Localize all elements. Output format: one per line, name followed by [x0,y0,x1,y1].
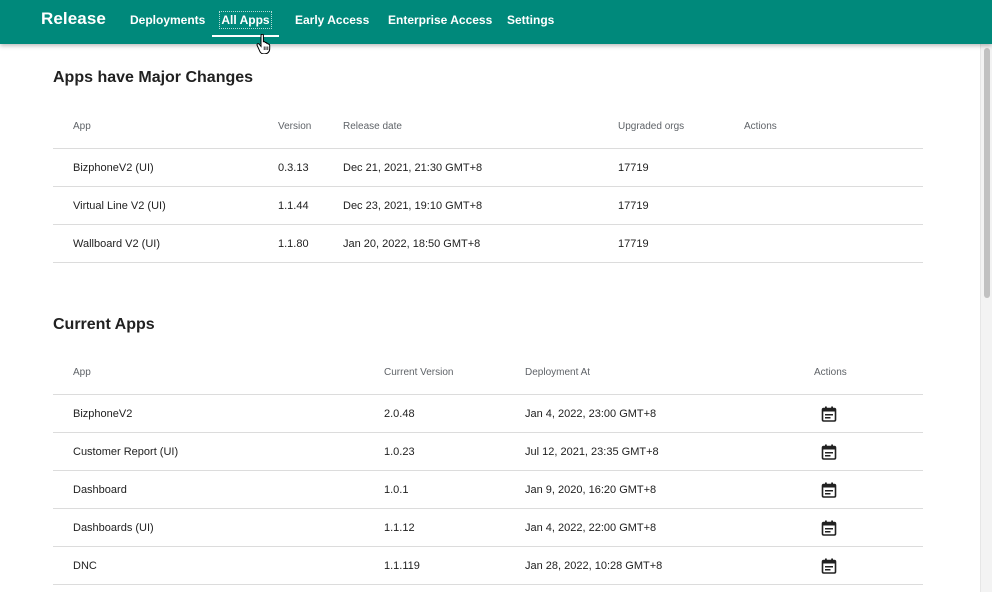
brand-title: Release [41,9,106,28]
col-upgraded-orgs: Upgraded orgs [618,121,685,132]
cell-release-date: Jan 20, 2022, 18:50 GMT+8 [343,238,481,250]
table-row[interactable]: Virtual Line V2 (UI) 1.1.44 Dec 23, 2021… [53,187,923,225]
table-row[interactable]: Dashboards (UI) 1.1.12 Jan 4, 2022, 22:0… [53,509,923,547]
cell-app: Dashboards (UI) [73,522,154,534]
cell-app: BizphoneV2 [73,408,133,420]
tab-label: Early Access [295,13,370,27]
cell-version: 1.1.44 [278,200,309,212]
cell-deployment-at: Jan 4, 2022, 22:00 GMT+8 [525,522,657,534]
cell-app: Customer Report (UI) [73,446,179,458]
table-row[interactable]: BizphoneV2 (UI) 0.3.13 Dec 21, 2021, 21:… [53,149,923,187]
cell-version: 1.0.1 [384,484,409,496]
tab-deployments[interactable]: Deployments [130,0,205,44]
col-current-version: Current Version [384,367,454,378]
col-version: Version [278,121,312,132]
cell-release-date: Dec 23, 2021, 19:10 GMT+8 [343,200,483,212]
cell-app: BizphoneV2 (UI) [73,162,154,174]
cell-upgraded-orgs: 17719 [618,238,649,250]
table-row[interactable]: Customer Report (UI) 1.0.23 Jul 12, 2021… [53,433,923,471]
calendar-icon[interactable] [821,406,837,422]
cell-upgraded-orgs: 17719 [618,200,649,212]
tab-enterprise-access[interactable]: Enterprise Access [388,0,492,44]
section-title-major-changes: Apps have Major Changes [53,69,254,86]
cell-version: 1.1.119 [384,560,420,572]
col-actions: Actions [814,367,847,378]
cell-version: 1.1.80 [278,238,309,250]
major-changes-table: App Version Release date Upgraded orgs A… [53,105,923,263]
tab-label: Settings [507,13,555,27]
tab-label: Enterprise Access [388,13,493,27]
col-actions: Actions [744,121,777,132]
table-row[interactable]: Wallboard V2 (UI) 1.1.80 Jan 20, 2022, 1… [53,225,923,263]
cell-deployment-at: Jan 4, 2022, 23:00 GMT+8 [525,408,657,420]
current-apps-table: App Current Version Deployment At Action… [53,351,923,585]
cell-version: 2.0.48 [384,408,415,420]
cell-app: Wallboard V2 (UI) [73,238,161,250]
cell-version: 1.0.23 [384,446,415,458]
cell-app: Virtual Line V2 (UI) [73,200,166,212]
table-row[interactable]: Dashboard 1.0.1 Jan 9, 2020, 16:20 GMT+8 [53,471,923,509]
cell-upgraded-orgs: 17719 [618,162,649,174]
cell-deployment-at: Jul 12, 2021, 23:35 GMT+8 [525,446,659,458]
calendar-icon[interactable] [821,558,837,574]
table-header: App Current Version Deployment At Action… [53,351,923,395]
col-release-date: Release date [343,121,402,132]
scrollbar-thumb[interactable] [984,48,990,298]
cell-version: 0.3.13 [278,162,309,174]
cell-app: DNC [73,560,97,572]
table-row[interactable]: BizphoneV2 2.0.48 Jan 4, 2022, 23:00 GMT… [53,395,923,433]
calendar-icon[interactable] [821,444,837,460]
col-app: App [73,121,91,132]
hand-cursor-icon [256,34,271,54]
top-app-bar: Release Deployments All Apps Early Acces… [0,0,992,44]
col-app: App [73,367,91,378]
calendar-icon[interactable] [821,482,837,498]
cell-app: Dashboard [73,484,127,496]
tab-settings[interactable]: Settings [507,0,554,44]
section-title-current-apps: Current Apps [53,316,155,333]
cell-version: 1.1.12 [384,522,415,534]
vertical-scrollbar[interactable] [980,44,992,592]
tab-label: Deployments [130,13,206,27]
col-deployment-at: Deployment At [525,367,591,378]
cell-release-date: Dec 21, 2021, 21:30 GMT+8 [343,162,483,174]
calendar-icon[interactable] [821,520,837,536]
tab-label: All Apps [219,11,272,29]
table-header: App Version Release date Upgraded orgs A… [53,105,923,149]
cell-deployment-at: Jan 9, 2020, 16:20 GMT+8 [525,484,657,496]
cell-deployment-at: Jan 28, 2022, 10:28 GMT+8 [525,560,663,572]
tab-early-access[interactable]: Early Access [295,0,369,44]
table-row[interactable]: DNC 1.1.119 Jan 28, 2022, 10:28 GMT+8 [53,547,923,585]
